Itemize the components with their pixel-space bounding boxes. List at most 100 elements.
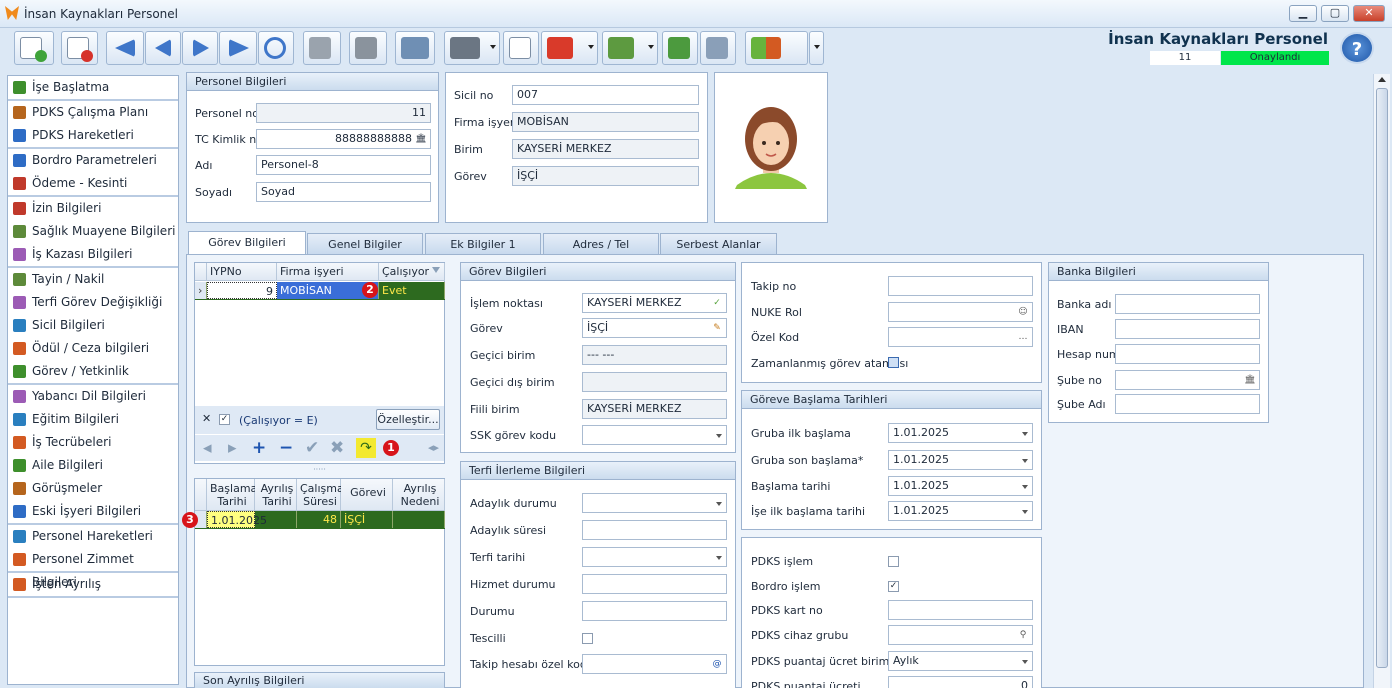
new-record-button[interactable]	[14, 31, 54, 65]
menu-item[interactable]: Yabancı Dil Bilgileri	[8, 385, 178, 408]
cancel-save-button[interactable]	[349, 31, 387, 65]
minimize-button[interactable]: ▁	[1289, 5, 1317, 22]
tc-field[interactable]: 88888888888 🏛	[256, 129, 431, 149]
table-row[interactable]: 1.01.2025 48 İŞÇİ	[195, 511, 445, 529]
banka-field[interactable]	[1115, 294, 1260, 314]
menu-item[interactable]: İş Kazası Bilgileri	[8, 243, 178, 266]
check-icon[interactable]: ✓	[711, 297, 723, 309]
close-button[interactable]: ✕	[1353, 5, 1385, 22]
chevron-down-icon[interactable]	[1022, 660, 1028, 664]
vertical-scrollbar[interactable]	[1373, 74, 1390, 688]
chevron-down-icon[interactable]	[1022, 485, 1028, 489]
menu-item[interactable]: Personel Zimmet Bilgileri	[8, 548, 178, 589]
maximize-button[interactable]: ▢	[1321, 5, 1349, 22]
takip-field[interactable]: …	[888, 327, 1033, 347]
chevron-down-icon[interactable]	[716, 556, 722, 560]
help-button[interactable]: ?	[1340, 32, 1374, 64]
pdks-checkbox[interactable]: ✓	[888, 581, 899, 592]
chevron-down-icon[interactable]	[1022, 459, 1028, 463]
print-button[interactable]	[444, 31, 500, 65]
banka-field[interactable]	[1115, 319, 1260, 339]
menu-item[interactable]: Tayin / Nakil	[8, 268, 178, 291]
soyad-field[interactable]: Soyad	[256, 182, 431, 202]
tab-4[interactable]: Adres / Tel	[543, 233, 659, 255]
tab-2[interactable]: Genel Bilgiler	[307, 233, 423, 255]
menu-item[interactable]: Bordro Parametreleri	[8, 149, 178, 172]
pdks-field[interactable]: 0	[888, 676, 1033, 688]
ad-field[interactable]: Personel-8	[256, 155, 431, 175]
schedule-button[interactable]	[888, 357, 899, 368]
chevron-down-icon[interactable]	[716, 502, 722, 506]
nav-refresh-icon[interactable]: ↷	[356, 438, 376, 458]
tab-1[interactable]: Görev Bilgileri	[188, 231, 306, 255]
export-button[interactable]	[602, 31, 658, 65]
col-baslama[interactable]: Başlama Tarihi	[207, 479, 257, 511]
menu-item[interactable]: Terfi Görev Değişikliği	[8, 291, 178, 314]
takip-field[interactable]: ☺	[888, 302, 1033, 322]
menu-item[interactable]: Personel Hareketleri	[8, 525, 178, 548]
import-button[interactable]	[662, 31, 698, 65]
terfi-checkbox[interactable]	[582, 633, 593, 644]
banka-field[interactable]: 🏛	[1115, 370, 1260, 390]
banka-field[interactable]	[1115, 394, 1260, 414]
menu-item[interactable]: İzin Bilgileri	[8, 197, 178, 220]
bank-icon[interactable]: 🏛	[1244, 374, 1256, 386]
nav-delete-icon[interactable]: −	[279, 435, 293, 461]
menu-item[interactable]: İşten Ayrılış	[8, 573, 178, 596]
refresh-button[interactable]	[258, 31, 294, 65]
pdf-export-button[interactable]	[541, 31, 598, 65]
exit-dropdown-button[interactable]	[809, 31, 824, 65]
nav-post-icon[interactable]: ✔	[305, 435, 319, 461]
scroll-up-icon[interactable]	[1378, 77, 1386, 82]
menu-item[interactable]: PDKS Hareketleri	[8, 124, 178, 147]
baslama-field[interactable]: 1.01.2025	[888, 450, 1033, 470]
baslama-field[interactable]: 1.01.2025	[888, 423, 1033, 443]
nav-scroll-icon[interactable]: ◂▸	[428, 435, 439, 461]
table-row[interactable]: › 9 MOBİSAN Evet	[195, 282, 445, 300]
terfi-field[interactable]: @	[582, 654, 727, 674]
baslama-field[interactable]: 1.01.2025	[888, 501, 1033, 521]
menu-item[interactable]: Ödül / Ceza bilgileri	[8, 337, 178, 360]
chevron-down-icon[interactable]	[1022, 432, 1028, 436]
nav-prev-icon[interactable]: ◂	[203, 435, 212, 461]
col-gorevi[interactable]: Görevi	[341, 479, 393, 511]
terfi-field[interactable]	[582, 574, 727, 594]
menu-item[interactable]: Eski İşyeri Bilgileri	[8, 500, 178, 523]
menu-item[interactable]: Eğitim Bilgileri	[8, 408, 178, 431]
last-record-button[interactable]	[219, 31, 257, 65]
tab-3[interactable]: Ek Bilgiler 1	[425, 233, 541, 255]
bank-icon[interactable]: 🏛	[415, 133, 427, 145]
pdks-field[interactable]	[888, 600, 1033, 620]
filter-checkbox[interactable]: ✓	[219, 414, 230, 425]
menu-item[interactable]: Sağlık Muayene Bilgileri	[8, 220, 178, 243]
takip-field[interactable]	[888, 276, 1033, 296]
customize-button[interactable]: Özelleştir...	[376, 409, 440, 430]
pdks-checkbox[interactable]	[888, 556, 899, 567]
tab-5[interactable]: Serbest Alanlar	[660, 233, 777, 255]
baslama-field[interactable]: 1.01.2025	[888, 476, 1033, 496]
nav-next-icon[interactable]: ▸	[228, 435, 237, 461]
gorev_bilgileri-field[interactable]: İŞÇİ ✎	[582, 318, 727, 338]
scroll-thumb[interactable]	[1376, 88, 1388, 668]
menu-item[interactable]: İş Tecrübeleri	[8, 431, 178, 454]
sicil-no-field[interactable]: 007	[512, 85, 699, 105]
next-record-button[interactable]	[182, 31, 218, 65]
user-icon[interactable]: ☺	[1017, 306, 1029, 318]
menu-item[interactable]: Aile Bilgileri	[8, 454, 178, 477]
save-button[interactable]	[303, 31, 341, 65]
clear-filter-icon[interactable]: ✕	[202, 412, 211, 425]
col-neden[interactable]: Ayrılış Nedeni	[393, 479, 445, 511]
col-firma[interactable]: Firma işyeri	[277, 263, 379, 281]
pdks-field[interactable]: Aylık	[888, 651, 1033, 671]
filter-icon[interactable]	[432, 267, 440, 273]
menu-item[interactable]: İşe Başlatma	[8, 76, 178, 99]
menu-item[interactable]: Görüşmeler	[8, 477, 178, 500]
tools-button[interactable]	[700, 31, 736, 65]
ellipsis-icon[interactable]: …	[1017, 331, 1029, 343]
menu-item[interactable]: Sicil Bilgileri	[8, 314, 178, 337]
terfi-field[interactable]	[582, 601, 727, 621]
nav-add-icon[interactable]: +	[252, 435, 266, 461]
col-ayrilis[interactable]: Ayrılış Tarihi	[255, 479, 297, 511]
device-icon[interactable]: ⚲	[1017, 629, 1029, 641]
prev-record-button[interactable]	[145, 31, 181, 65]
